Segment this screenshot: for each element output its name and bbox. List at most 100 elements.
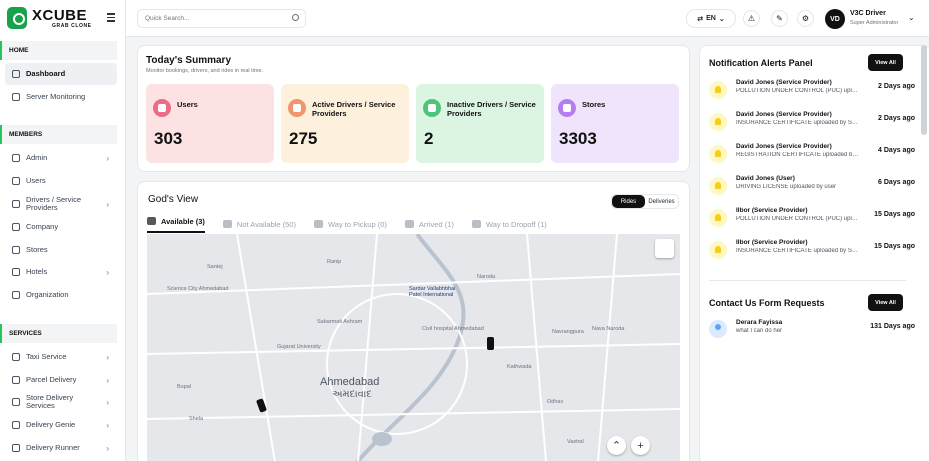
map-label: Nava Naroda <box>592 326 625 332</box>
user-avatar-icon <box>709 320 727 338</box>
sidebar-item-store-delivery[interactable]: Store Delivery Services › <box>5 391 117 413</box>
tab-way-to-pickup[interactable]: Way to Pickup (0) <box>313 215 387 233</box>
car-marker-icon[interactable] <box>487 337 494 350</box>
tab-way-to-dropoff[interactable]: Way to Dropoff (1) <box>471 215 547 233</box>
map-label: Gujarat University <box>277 344 321 350</box>
gear-icon[interactable]: ⚙ <box>797 10 814 27</box>
map-label: Naroda <box>477 274 496 280</box>
tab-label: Way to Pickup (0) <box>327 219 387 229</box>
taxi-icon <box>12 353 20 361</box>
alert-icon[interactable]: ⚠ <box>743 10 760 27</box>
chevron-down-icon[interactable]: ⌄ <box>908 13 915 22</box>
sidebar-item-dashboard[interactable]: Dashboard <box>5 63 117 85</box>
notifications-view-all-button[interactable]: View All <box>868 54 903 71</box>
flag-icon <box>404 220 414 228</box>
sidebar-item-organization[interactable]: Organization <box>5 284 117 306</box>
hamburger-menu-icon[interactable] <box>107 13 115 22</box>
tab-label: Not Available (50) <box>236 219 296 229</box>
tab-label: Arrived (1) <box>418 219 454 229</box>
summary-title: Today's Summary <box>146 55 231 66</box>
location-pin-icon <box>471 220 481 228</box>
avatar[interactable]: VD <box>825 9 845 29</box>
stat-card-users[interactable]: Users 303 <box>146 84 274 163</box>
language-selector[interactable]: ⇄ EN ⌄ <box>686 9 736 28</box>
monitor-icon <box>12 93 20 101</box>
bell-icon <box>709 113 727 131</box>
map-view[interactable]: Ahmedabad અમદાવાદ Santej Ranip Naroda Sa… <box>147 234 680 461</box>
tab-arrived[interactable]: Arrived (1) <box>404 215 454 233</box>
map-roads <box>147 234 680 461</box>
sidebar-item-taxi-service[interactable]: Taxi Service › <box>5 346 117 368</box>
sidebar-item-server-monitoring[interactable]: Server Monitoring <box>5 86 117 108</box>
sidebar-item-users[interactable]: Users <box>5 170 117 192</box>
driver-status-tabs: Available (3) Not Available (50) Way to … <box>147 215 547 233</box>
brand-logo[interactable]: XCUBE GRAB CLONE <box>7 7 92 29</box>
notification-item[interactable]: David Jones (Service Provider) INSURANCE… <box>709 109 915 135</box>
notification-message: INSURANCE CERTIFICATE uploaded by Servic… <box>736 120 860 126</box>
notifications-title: Notification Alerts Panel <box>709 58 813 68</box>
page-scrollbar[interactable] <box>921 45 927 135</box>
chevron-down-icon: ⌄ <box>718 15 725 23</box>
notification-time: 4 Days ago <box>878 147 915 154</box>
sidebar-item-admin[interactable]: Admin › <box>5 147 117 169</box>
notification-message: POLLUTION UNDER CONTROL (PUC) uploaded b… <box>736 88 860 94</box>
chevron-right-icon: › <box>106 443 109 453</box>
search-input[interactable] <box>137 9 306 28</box>
brand-tagline: GRAB CLONE <box>52 22 92 29</box>
stat-card-active-drivers[interactable]: Active Drivers / Service Providers 275 <box>281 84 409 163</box>
sidebar-item-drivers[interactable]: Drivers / Service Providers › <box>5 193 117 215</box>
notification-time: 2 Days ago <box>878 83 915 90</box>
translate-icon: ⇄ <box>697 15 704 23</box>
dashboard-icon <box>12 70 20 78</box>
right-panel: Notification Alerts Panel View All David… <box>699 45 929 461</box>
sidebar-item-stores[interactable]: Stores <box>5 239 117 261</box>
zoom-out-icon[interactable]: ⌃ <box>607 436 626 455</box>
gods-view-title: God's View <box>148 194 199 205</box>
map-label: Odhav <box>547 399 564 405</box>
cart-icon <box>558 99 576 117</box>
chevron-right-icon: › <box>106 153 109 163</box>
notification-item[interactable]: David Jones (Service Provider) POLLUTION… <box>709 77 915 103</box>
sidebar-item-delivery-genie[interactable]: Delivery Genie › <box>5 414 117 436</box>
notification-item[interactable]: Ilbor (Service Provider) POLLUTION UNDER… <box>709 205 915 231</box>
user-name[interactable]: V3C Driver <box>850 10 886 17</box>
stat-card-inactive-drivers[interactable]: Inactive Drivers / Service Providers 2 <box>416 84 544 163</box>
stat-value: 275 <box>289 129 318 148</box>
stat-card-stores[interactable]: Stores 3303 <box>551 84 679 163</box>
user-group-icon <box>423 99 441 117</box>
stat-value: 303 <box>154 129 183 148</box>
map-label: Vastral <box>567 439 584 445</box>
chevron-right-icon: › <box>106 397 109 407</box>
map-label: Kathwada <box>507 364 532 370</box>
stat-label: Users <box>177 100 198 109</box>
section-services: SERVICES <box>0 324 117 343</box>
fullscreen-icon[interactable] <box>655 239 674 258</box>
notification-name: David Jones (Service Provider) <box>736 79 832 86</box>
sidebar-item-parcel-delivery[interactable]: Parcel Delivery › <box>5 369 117 391</box>
sidebar-item-hotels[interactable]: Hotels › <box>5 261 117 283</box>
notification-item[interactable]: David Jones (Service Provider) REGISTRAT… <box>709 141 915 167</box>
sidebar: XCUBE GRAB CLONE HOME Dashboard Server M… <box>0 0 126 461</box>
contact-view-all-button[interactable]: View All <box>868 294 903 311</box>
tab-available[interactable]: Available (3) <box>147 215 205 233</box>
rides-toggle-button[interactable]: Rides <box>612 195 645 208</box>
notes-icon[interactable]: ✎ <box>771 10 788 27</box>
notification-item[interactable]: Ilbor (Service Provider) INSURANCE CERTI… <box>709 237 915 263</box>
bell-icon <box>709 177 727 195</box>
section-home: HOME <box>0 41 117 60</box>
zoom-in-icon[interactable]: + <box>631 436 650 455</box>
search-icon[interactable] <box>292 14 299 21</box>
map-label: Civil hospital Ahmedabad <box>422 326 484 332</box>
notification-time: 15 Days ago <box>874 243 915 250</box>
chevron-right-icon: › <box>106 199 109 209</box>
sidebar-item-company[interactable]: Company <box>5 216 117 238</box>
contact-request-item[interactable]: Derara Fayissa what I can do her 131 Day… <box>709 317 915 343</box>
notification-message: DRIVING LICENSE uploaded by user <box>736 184 837 190</box>
chevron-right-icon: › <box>106 352 109 362</box>
pickup-icon <box>313 220 323 228</box>
notification-item[interactable]: David Jones (User) DRIVING LICENSE uploa… <box>709 173 915 199</box>
sidebar-item-delivery-runner[interactable]: Delivery Runner › <box>5 437 117 459</box>
deliveries-toggle-button[interactable]: Deliveries <box>645 195 678 208</box>
tab-not-available[interactable]: Not Available (50) <box>222 215 296 233</box>
sidebar-item-label: Organization <box>26 289 69 299</box>
